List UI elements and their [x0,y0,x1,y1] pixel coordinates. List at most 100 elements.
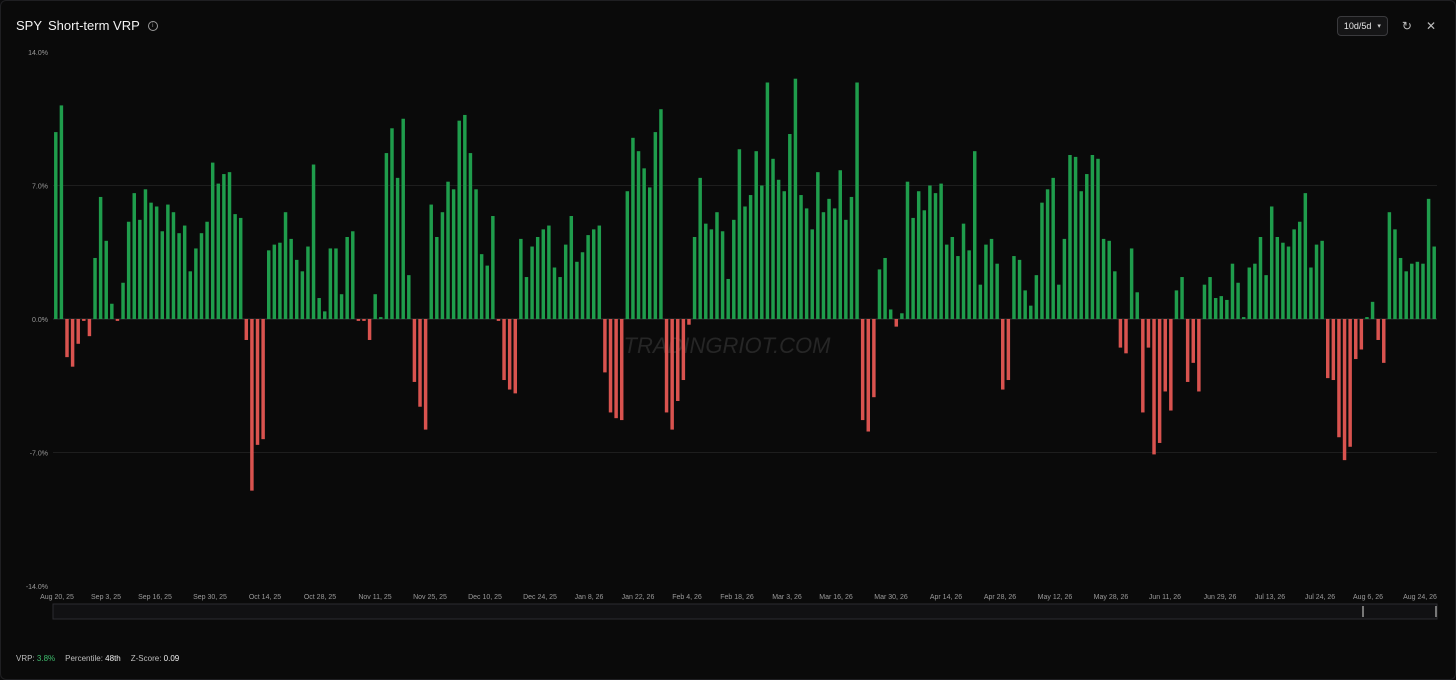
bar-negative[interactable] [1124,319,1128,354]
bar-negative[interactable] [1152,319,1156,455]
bar-positive[interactable] [1398,257,1403,319]
bar-positive[interactable] [451,189,456,319]
bar-positive[interactable] [928,185,932,320]
bar-positive[interactable] [1174,290,1179,319]
bar-positive[interactable] [121,282,125,319]
bar-positive[interactable] [631,137,635,319]
bar-positive[interactable] [1314,244,1319,319]
bar-positive[interactable] [1292,229,1296,319]
bar-negative[interactable] [894,319,899,327]
bar-positive[interactable] [1258,236,1263,319]
bar-negative[interactable] [608,319,613,413]
bar-positive[interactable] [138,219,142,319]
bar-positive[interactable] [1303,193,1308,319]
range-slider[interactable] [52,603,1438,620]
bar-positive[interactable] [351,231,355,319]
bar-negative[interactable] [1348,319,1352,447]
bar-positive[interactable] [877,269,882,319]
bar-negative[interactable] [1001,319,1005,390]
bar-positive[interactable] [916,191,921,319]
bar-positive[interactable] [726,278,730,319]
bar-positive[interactable] [1421,263,1425,319]
bar-positive[interactable] [1309,267,1313,319]
bar-positive[interactable] [648,187,652,319]
bar-positive[interactable] [210,162,215,319]
bar-negative[interactable] [1354,319,1358,360]
bar-negative[interactable] [1326,319,1330,379]
bar-negative[interactable] [255,319,260,445]
bar-positive[interactable] [1320,240,1324,319]
bar-positive[interactable] [1085,174,1089,319]
bar-positive[interactable] [132,193,136,319]
bar-negative[interactable] [687,319,691,325]
bar-positive[interactable] [171,212,176,319]
bar-positive[interactable] [855,82,859,319]
bar-positive[interactable] [732,219,736,319]
bar-positive[interactable] [379,317,383,319]
bar-positive[interactable] [289,238,293,319]
bar-positive[interactable] [222,174,226,319]
bar-positive[interactable] [468,153,473,319]
bar-positive[interactable] [961,223,966,319]
bar-positive[interactable] [692,236,697,319]
bar-positive[interactable] [911,217,915,319]
bar-positive[interactable] [98,196,103,319]
bar-positive[interactable] [154,206,159,319]
bar-positive[interactable] [479,254,484,319]
bar-positive[interactable] [311,164,316,319]
bar-positive[interactable] [776,179,781,319]
bar-positive[interactable] [575,261,579,319]
bar-negative[interactable] [496,319,501,321]
bar-positive[interactable] [1062,238,1067,319]
bar-positive[interactable] [1023,290,1027,319]
bar-positive[interactable] [1225,299,1229,319]
bar-positive[interactable] [760,185,764,320]
bar-negative[interactable] [367,319,372,340]
bar-positive[interactable] [922,210,927,319]
bar-positive[interactable] [1387,212,1392,319]
bar-positive[interactable] [334,248,338,319]
bar-positive[interactable] [933,193,938,319]
bar-positive[interactable] [177,233,181,319]
bar-negative[interactable] [1169,319,1173,411]
bar-positive[interactable] [446,181,450,319]
bar-positive[interactable] [1017,259,1022,319]
bar-positive[interactable] [143,189,148,319]
bar-positive[interactable] [295,259,299,319]
bar-positive[interactable] [765,82,770,319]
bar-positive[interactable] [950,236,955,319]
bar-positive[interactable] [1297,221,1302,319]
bar-positive[interactable] [1129,248,1134,319]
bar-positive[interactable] [535,236,540,319]
bar-negative[interactable] [1197,319,1201,392]
bar-positive[interactable] [373,294,377,319]
range-slider-right-handle[interactable] [1435,606,1437,617]
bar-negative[interactable] [614,319,618,419]
bar-negative[interactable] [1146,319,1151,348]
bar-positive[interactable] [390,128,394,319]
bar-negative[interactable] [1141,319,1145,413]
bar-positive[interactable] [149,202,153,319]
bar-positive[interactable] [810,229,814,319]
bar-positive[interactable] [591,229,596,319]
bar-positive[interactable] [395,177,400,319]
bar-positive[interactable] [827,198,831,319]
bar-positive[interactable] [491,216,495,319]
bar-positive[interactable] [1101,238,1106,319]
bar-negative[interactable] [115,319,120,321]
bar-positive[interactable] [1264,275,1268,319]
bar-negative[interactable] [872,319,876,398]
bar-positive[interactable] [788,134,792,319]
bar-positive[interactable] [1012,256,1016,319]
bar-negative[interactable] [676,319,680,402]
bar-positive[interactable] [300,271,305,319]
bar-positive[interactable] [199,233,204,319]
bar-positive[interactable] [793,78,798,319]
bar-positive[interactable] [715,212,719,319]
bar-positive[interactable] [698,177,702,319]
bar-negative[interactable] [1163,319,1167,392]
bar-positive[interactable] [194,248,198,319]
bar-positive[interactable] [1208,277,1212,319]
bar-positive[interactable] [182,225,187,319]
bar-negative[interactable] [1382,319,1386,363]
